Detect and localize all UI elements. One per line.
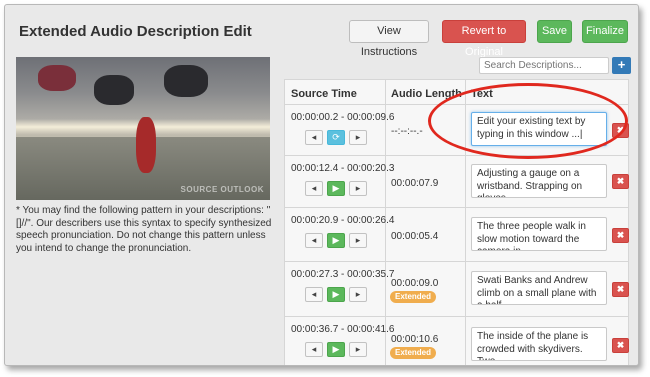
back-icon[interactable]: ◂ xyxy=(305,130,323,145)
description-text-field[interactable]: Adjusting a gauge on a wristband. Strapp… xyxy=(471,164,607,198)
audio-length: 00:00:07.9 xyxy=(391,178,439,189)
replay-icon[interactable]: ⟳ xyxy=(327,130,345,145)
forward-icon[interactable]: ▸ xyxy=(349,130,367,145)
forward-icon[interactable]: ▸ xyxy=(349,287,367,302)
skydiver-figure xyxy=(164,65,208,97)
play-icon[interactable]: ▶ xyxy=(327,287,345,302)
header-audio-length: Audio Length xyxy=(391,88,462,100)
table-row: 00:00:36.7 - 00:00:41.6 ◂ ▶ ▸ 00:00:10.6… xyxy=(285,318,629,365)
header-text: Text xyxy=(471,88,493,100)
table-header: Source Time Audio Length Text xyxy=(285,80,628,105)
source-time: 00:00:20.9 - 00:00:26.4 xyxy=(291,215,395,226)
add-description-button[interactable]: + xyxy=(612,57,631,74)
skydiver-figure xyxy=(136,117,156,173)
back-icon[interactable]: ◂ xyxy=(305,342,323,357)
forward-icon[interactable]: ▸ xyxy=(349,342,367,357)
back-icon[interactable]: ◂ xyxy=(305,287,323,302)
description-text-field[interactable]: The three people walk in slow motion tow… xyxy=(471,217,607,251)
back-icon[interactable]: ◂ xyxy=(305,181,323,196)
finalize-button[interactable]: Finalize xyxy=(582,20,628,43)
delete-icon[interactable]: ✖ xyxy=(612,123,629,138)
source-time: 00:00:27.3 - 00:00:35.7 xyxy=(291,269,395,280)
forward-icon[interactable]: ▸ xyxy=(349,181,367,196)
audio-length: 00:00:05.4 xyxy=(391,231,439,242)
play-icon[interactable]: ▶ xyxy=(327,342,345,357)
view-instructions-button[interactable]: View Instructions xyxy=(349,20,429,58)
table-row: 00:00:27.3 - 00:00:35.7 ◂ ▶ ▸ 00:00:09.0… xyxy=(285,263,629,317)
skydiver-figure xyxy=(38,65,76,91)
delete-icon[interactable]: ✖ xyxy=(612,174,629,189)
play-icon[interactable]: ▶ xyxy=(327,181,345,196)
header-source-time: Source Time xyxy=(291,88,357,100)
delete-icon[interactable]: ✖ xyxy=(612,228,629,243)
header-bar: Extended Audio Description Edit View Ins… xyxy=(5,5,638,58)
source-time: 00:00:00.2 - 00:00:09.6 xyxy=(291,112,395,123)
extended-badge: Extended xyxy=(390,347,437,359)
description-text-field[interactable]: Swati Banks and Andrew climb on a small … xyxy=(471,271,607,305)
descriptions-table: Source Time Audio Length Text 00:00:00.2… xyxy=(284,79,629,365)
video-player[interactable]: SOURCE OUTLOOK xyxy=(16,57,270,200)
description-text-field[interactable]: Edit your existing text by typing in thi… xyxy=(471,112,607,146)
play-icon[interactable]: ▶ xyxy=(327,233,345,248)
search-descriptions-input[interactable] xyxy=(479,57,609,74)
revert-to-original-button[interactable]: Revert to Original xyxy=(442,20,526,58)
extended-badge: Extended xyxy=(390,291,437,303)
delete-icon[interactable]: ✖ xyxy=(612,282,629,297)
table-row: 00:00:12.4 - 00:00:20.3 ◂ ▶ ▸ 00:00:07.9… xyxy=(285,157,629,208)
delete-icon[interactable]: ✖ xyxy=(612,338,629,353)
table-row: 00:00:20.9 - 00:00:26.4 ◂ ▶ ▸ 00:00:05.4… xyxy=(285,209,629,262)
table-row: 00:00:00.2 - 00:00:09.6 ◂ ⟳ ▸ --:--:--.-… xyxy=(285,106,629,156)
audio-length: --:--:--.- xyxy=(391,126,423,137)
source-time: 00:00:36.7 - 00:00:41.6 xyxy=(291,324,395,335)
save-button[interactable]: Save xyxy=(537,20,572,43)
skydiver-figure xyxy=(94,75,134,105)
description-text-field[interactable]: The inside of the plane is crowded with … xyxy=(471,327,607,361)
pronunciation-note: * You may find the following pattern in … xyxy=(16,205,272,254)
back-icon[interactable]: ◂ xyxy=(305,233,323,248)
audio-length: 00:00:10.6 xyxy=(391,334,439,345)
source-time: 00:00:12.4 - 00:00:20.3 xyxy=(291,163,395,174)
page-title: Extended Audio Description Edit xyxy=(19,23,252,40)
video-watermark: SOURCE OUTLOOK xyxy=(180,185,264,194)
forward-icon[interactable]: ▸ xyxy=(349,233,367,248)
audio-length: 00:00:09.0 xyxy=(391,278,439,289)
editor-window: Extended Audio Description Edit View Ins… xyxy=(4,4,639,366)
